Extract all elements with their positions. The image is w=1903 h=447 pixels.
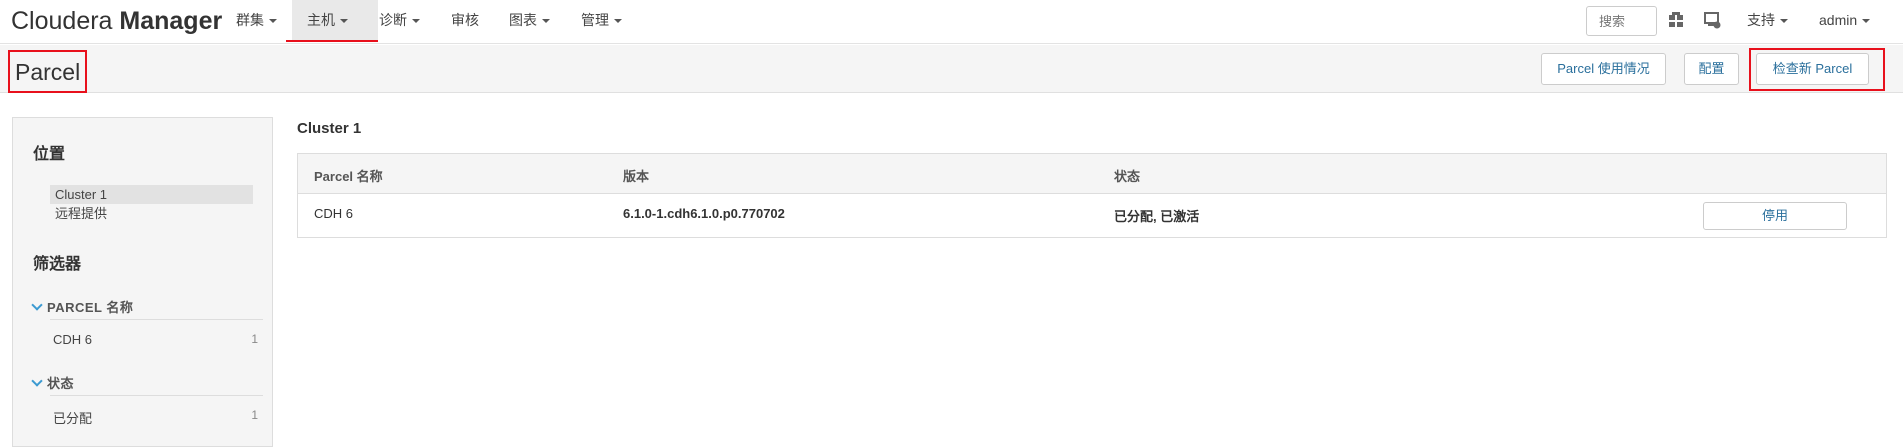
- nav-administration-label: 管理: [581, 12, 609, 28]
- nav-support[interactable]: 支持: [1747, 0, 1788, 40]
- caret-down-icon: [1862, 19, 1871, 24]
- nav-hosts-label: 主机: [307, 12, 335, 28]
- caret-down-icon: [340, 19, 348, 24]
- nav-audits[interactable]: 审核: [451, 0, 479, 40]
- sidebar: 位置 Cluster 1 远程提供 筛选器 PARCEL 名称 CDH 6 1 …: [12, 117, 273, 447]
- nav-hosts[interactable]: 主机: [292, 0, 378, 40]
- configuration-button[interactable]: 配置: [1684, 53, 1739, 85]
- table-header: Parcel 名称 版本 状态: [298, 154, 1886, 194]
- row-parcel-name: CDH 6: [314, 206, 354, 221]
- filter-parcel-name-title: PARCEL 名称: [47, 300, 134, 315]
- column-header-name: Parcel 名称: [314, 169, 383, 184]
- nav-user-label: admin: [1819, 12, 1858, 28]
- row-version: 6.1.0-1.cdh6.1.0.p0.770702: [623, 206, 785, 221]
- chevron-down-icon: [31, 299, 43, 311]
- parcel-usage-button[interactable]: Parcel 使用情况: [1541, 53, 1666, 85]
- nav-diagnostics-label: 诊断: [379, 12, 407, 28]
- nav-audits-label: 审核: [451, 12, 479, 28]
- brand-bold: Manager: [119, 7, 223, 35]
- nav-clusters[interactable]: 群集: [236, 0, 277, 40]
- divider: [50, 319, 263, 320]
- caret-down-icon: [412, 19, 420, 24]
- nav-user-menu[interactable]: admin: [1819, 0, 1871, 40]
- deactivate-button[interactable]: 停用: [1703, 202, 1847, 230]
- nav-administration[interactable]: 管理: [581, 0, 622, 40]
- filter-item-distributed[interactable]: 已分配 1: [53, 408, 258, 427]
- app-logo[interactable]: Cloudera Manager: [11, 7, 222, 36]
- nav-charts-label: 图表: [509, 12, 537, 28]
- check-new-parcels-button[interactable]: 检查新 Parcel: [1756, 53, 1869, 85]
- caret-down-icon: [542, 19, 550, 24]
- page-header: Parcel Parcel 使用情况 配置 检查新 Parcel: [0, 45, 1903, 93]
- filter-heading: 筛选器: [33, 256, 82, 273]
- caret-down-icon: [269, 19, 277, 24]
- caret-down-icon: [614, 19, 622, 24]
- search-input[interactable]: [1586, 6, 1657, 36]
- column-header-status: 状态: [1114, 169, 1141, 184]
- running-commands-icon[interactable]: [1703, 11, 1721, 29]
- nav-clusters-label: 群集: [236, 12, 264, 28]
- location-item-cluster-1[interactable]: Cluster 1: [50, 185, 253, 204]
- filter-status-toggle[interactable]: 状态: [31, 373, 75, 392]
- filter-item-label: CDH 6: [53, 332, 93, 347]
- brand-light: Cloudera: [11, 7, 113, 35]
- cluster-title: Cluster 1: [297, 120, 362, 137]
- top-navbar: Cloudera Manager 群集 主机 诊断 审核 图表 管理 支持 ad…: [0, 0, 1903, 44]
- column-header-version: 版本: [623, 169, 650, 184]
- filter-status-title: 状态: [47, 376, 75, 391]
- filter-item-count: 1: [251, 408, 258, 422]
- page-title: Parcel: [8, 50, 88, 93]
- nav-charts[interactable]: 图表: [509, 0, 550, 40]
- chevron-down-icon: [31, 375, 43, 387]
- parcel-table: Parcel 名称 版本 状态 CDH 6 6.1.0-1.cdh6.1.0.p…: [297, 153, 1887, 238]
- divider: [50, 395, 263, 396]
- filter-item-label: 已分配: [53, 411, 93, 426]
- filter-item-count: 1: [251, 332, 258, 346]
- row-status: 已分配, 已激活: [1114, 209, 1200, 224]
- filter-item-cdh6[interactable]: CDH 6 1: [53, 332, 258, 347]
- caret-down-icon: [1780, 19, 1788, 24]
- nav-diagnostics[interactable]: 诊断: [379, 0, 420, 40]
- location-item-remote[interactable]: 远程提供: [50, 204, 253, 223]
- location-heading: 位置: [33, 146, 66, 163]
- nav-active-indicator: [286, 40, 378, 42]
- filter-parcel-name-toggle[interactable]: PARCEL 名称: [31, 297, 134, 316]
- parcel-icon[interactable]: [1667, 11, 1685, 29]
- nav-support-label: 支持: [1747, 12, 1775, 28]
